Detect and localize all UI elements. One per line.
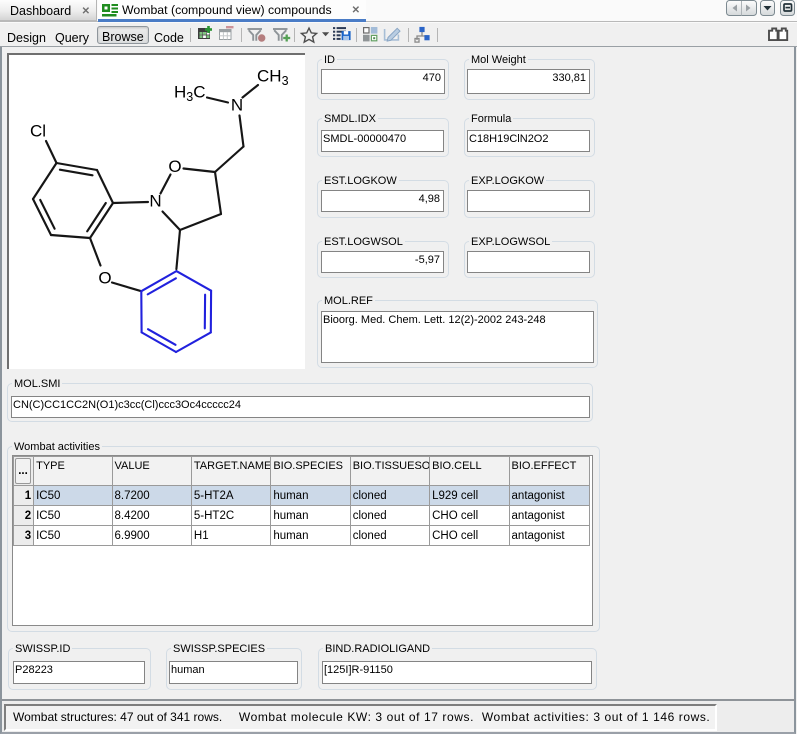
svg-text:CH3: CH3 xyxy=(257,67,289,89)
svg-text:O: O xyxy=(168,157,181,176)
svg-text:O: O xyxy=(98,269,111,288)
svg-text:H3C: H3C xyxy=(174,83,206,105)
svg-text:Cl: Cl xyxy=(30,122,46,141)
svg-text:N: N xyxy=(231,96,243,115)
svg-text:N: N xyxy=(149,192,161,211)
